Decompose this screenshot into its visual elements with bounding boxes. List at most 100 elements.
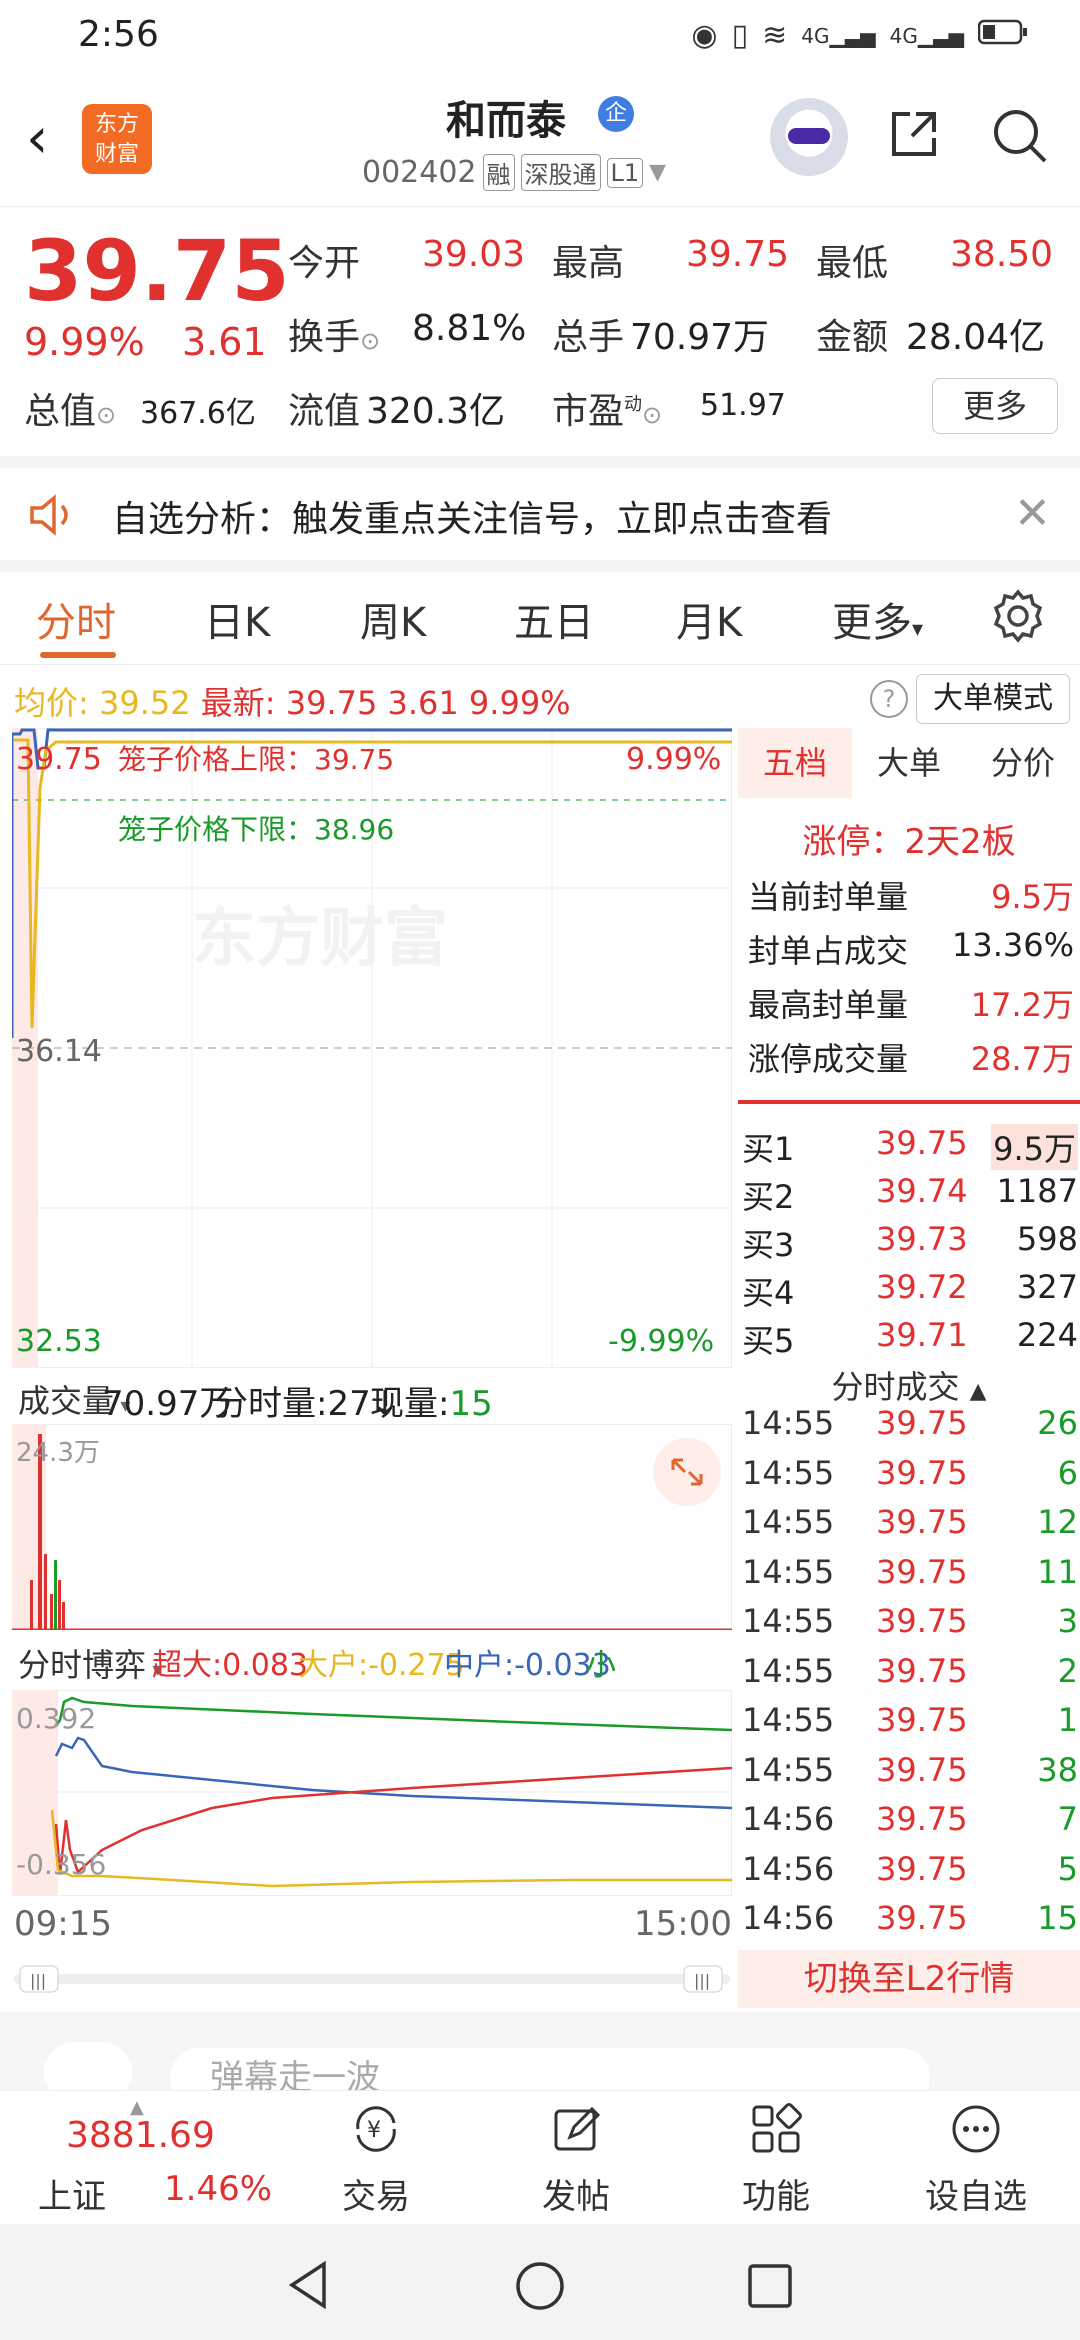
time-axis-end: 15:00 <box>634 1904 732 1944</box>
index-percent[interactable]: 1.46% <box>164 2169 272 2209</box>
high-value: 39.75 <box>686 234 790 275</box>
y-mid-label: 36.14 <box>16 1034 102 1069</box>
chart-watermark: 东方财富 <box>192 902 448 976</box>
trade-button[interactable]: ¥ 交易 <box>306 2101 446 2218</box>
info-icon: ⊙ <box>96 401 117 429</box>
tab-five-day[interactable]: 五日 <box>514 590 594 648</box>
kpi-row: 涨停成交量 28.7万 <box>748 1040 1074 1078</box>
time-range-scrollbar[interactable]: ||| ||| <box>14 1964 730 1994</box>
turnover-value: 8.81% <box>412 308 527 349</box>
tag-margin: 融 <box>482 154 515 191</box>
change-amount: 3.61 <box>182 320 267 364</box>
banner-text: 自选分析：触发重点关注信号，立即点击查看 <box>112 499 833 540</box>
app-logo[interactable]: 东方 财富 <box>82 104 152 174</box>
gear-icon[interactable] <box>990 588 1046 644</box>
tick-row: 14:55 39.75 3 <box>742 1602 1078 1640</box>
low-value: 38.50 <box>950 234 1054 275</box>
order-book-tabs: 五档 大单 分价 <box>738 728 1080 798</box>
open-value: 39.03 <box>422 234 526 275</box>
stock-code-row[interactable]: 002402 融 深股通 L1 ▼ <box>362 154 666 191</box>
float-value: 320.3亿 <box>366 391 506 432</box>
tab-weekly-k[interactable]: 周K <box>360 590 426 648</box>
fund-flow-selector[interactable]: 分时博弈 ▾ <box>18 1640 162 1686</box>
chart-tabs: 分时 日K 周K 五日 月K 更多▾ <box>0 572 1080 665</box>
price-info-text: 均价: 39.52 最新: 39.75 3.61 9.99% <box>14 684 571 722</box>
volume-value: 70.97万 <box>630 317 770 358</box>
stock-name[interactable]: 和而泰 <box>446 88 566 146</box>
tab-daily-k[interactable]: 日K <box>204 590 270 648</box>
danmaku-bar: 弹幕走一波 <box>0 2012 1080 2108</box>
tick-trades-title[interactable]: 分时成交 ▲ <box>738 1362 1080 1408</box>
price-info-row: 均价: 39.52 最新: 39.75 3.61 9.99% ? 大单模式 <box>0 668 1080 728</box>
y-top-label: 39.75 <box>16 742 102 777</box>
limit-up-status: 涨停：2天2板 <box>802 822 1016 862</box>
tab-more[interactable]: 更多▾ <box>832 590 923 648</box>
share-icon[interactable] <box>886 106 942 162</box>
volume-chart[interactable] <box>12 1424 732 1630</box>
eye-icon: ◉ <box>691 18 718 53</box>
tick-row: 14:55 39.75 12 <box>742 1503 1078 1541</box>
open-label: 今开 <box>288 243 361 284</box>
tick-row: 14:56 39.75 5 <box>742 1849 1078 1888</box>
tab-big-orders[interactable]: 大单 <box>852 728 966 798</box>
volume-label: 总手 <box>552 317 625 358</box>
volume-max-label: 24.3万 <box>16 1438 100 1468</box>
fund-flow-bottom-label: -0.356 <box>16 1848 107 1881</box>
quote-panel: 39.75 9.99% 3.61 今开 39.03 最高 39.75 最低 38… <box>0 206 1080 468</box>
tick-row: 14:55 39.75 2 <box>742 1651 1078 1690</box>
fund-flow-header: 分时博弈 ▾ 超大:0.083 大户:-0.275 中户:-0.033 小户:0… <box>12 1632 732 1727</box>
edit-icon <box>554 2106 601 2151</box>
kpi-row: 当前封单量 9.5万 <box>748 878 1074 916</box>
big-order-mode-button[interactable]: 大单模式 <box>916 674 1070 724</box>
vibrate-icon: ▯ <box>731 18 749 53</box>
lower-limit-label: 笼子价格下限：38.96 <box>118 813 395 846</box>
post-button[interactable]: 发帖 <box>506 2101 646 2218</box>
signal-icon: 4G▁▃▅ <box>801 23 876 48</box>
help-icon[interactable]: ? <box>870 680 908 718</box>
super-large-value: 超大:0.083 <box>152 1648 308 1683</box>
back-icon[interactable]: ‹ <box>26 106 48 171</box>
search-icon[interactable] <box>990 106 1050 166</box>
float-label: 流值 <box>288 391 361 432</box>
tab-price-distribution[interactable]: 分价 <box>966 728 1080 798</box>
caret-up-icon: ▲ <box>969 1379 987 1404</box>
nav-back-icon[interactable] <box>284 2260 334 2310</box>
stock-code: 002402 <box>362 155 477 190</box>
functions-button[interactable]: 功能 <box>706 2101 846 2218</box>
nav-recents-icon[interactable] <box>746 2262 794 2310</box>
volume-header: 成交量 ▾ 70.97万 分时量:27↓ 现量:15 <box>12 1368 732 1424</box>
more-circle-icon <box>952 2105 1000 2153</box>
index-value[interactable]: 3881.69 <box>66 2115 215 2156</box>
large-value: 大户:-0.275 <box>298 1648 465 1683</box>
robot-avatar-icon[interactable] <box>770 98 848 176</box>
wifi-icon: ≋ <box>762 18 788 53</box>
info-icon: ⊙ <box>360 327 381 355</box>
pe-value: 51.97 <box>700 388 786 423</box>
amount-label: 金额 <box>816 317 889 358</box>
tag-connect: 深股通 <box>520 154 601 191</box>
index-name[interactable]: 上证 <box>38 2169 106 2218</box>
svg-text:|||: ||| <box>30 1971 46 1990</box>
fund-flow-top-label: 0.392 <box>16 1702 97 1735</box>
pe-label: 市盈动⊙ <box>552 391 663 432</box>
change-percent: 9.99% <box>24 320 145 364</box>
turnover-label: 换手⊙ <box>288 317 381 358</box>
kpi-row: 封单占成交 13.36% <box>748 926 1074 970</box>
info-icon: ⊙ <box>642 401 663 429</box>
switch-l2-button[interactable]: 切换至L2行情 <box>738 1950 1080 2008</box>
tick-row: 14:55 39.75 11 <box>742 1552 1078 1591</box>
dropdown-icon[interactable]: ▼ <box>649 160 666 185</box>
fund-flow-chart[interactable] <box>12 1690 732 1896</box>
add-watchlist-button[interactable]: 设自选 <box>906 2101 1046 2218</box>
high-label: 最高 <box>552 243 625 284</box>
tab-monthly-k[interactable]: 月K <box>676 590 742 648</box>
svg-text:|||: ||| <box>694 1971 710 1990</box>
tab-five-levels[interactable]: 五档 <box>738 728 852 798</box>
mktcap-label: 总值⊙ <box>24 391 117 432</box>
current-volume: 现量:15 <box>370 1384 493 1424</box>
more-button[interactable]: 更多 <box>932 378 1058 434</box>
close-icon[interactable]: ✕ <box>1014 488 1051 539</box>
nav-home-icon[interactable] <box>514 2260 566 2312</box>
tab-intraday[interactable]: 分时 <box>36 590 116 648</box>
analysis-banner[interactable]: 自选分析：触发重点关注信号，立即点击查看 ✕ <box>0 468 1080 572</box>
